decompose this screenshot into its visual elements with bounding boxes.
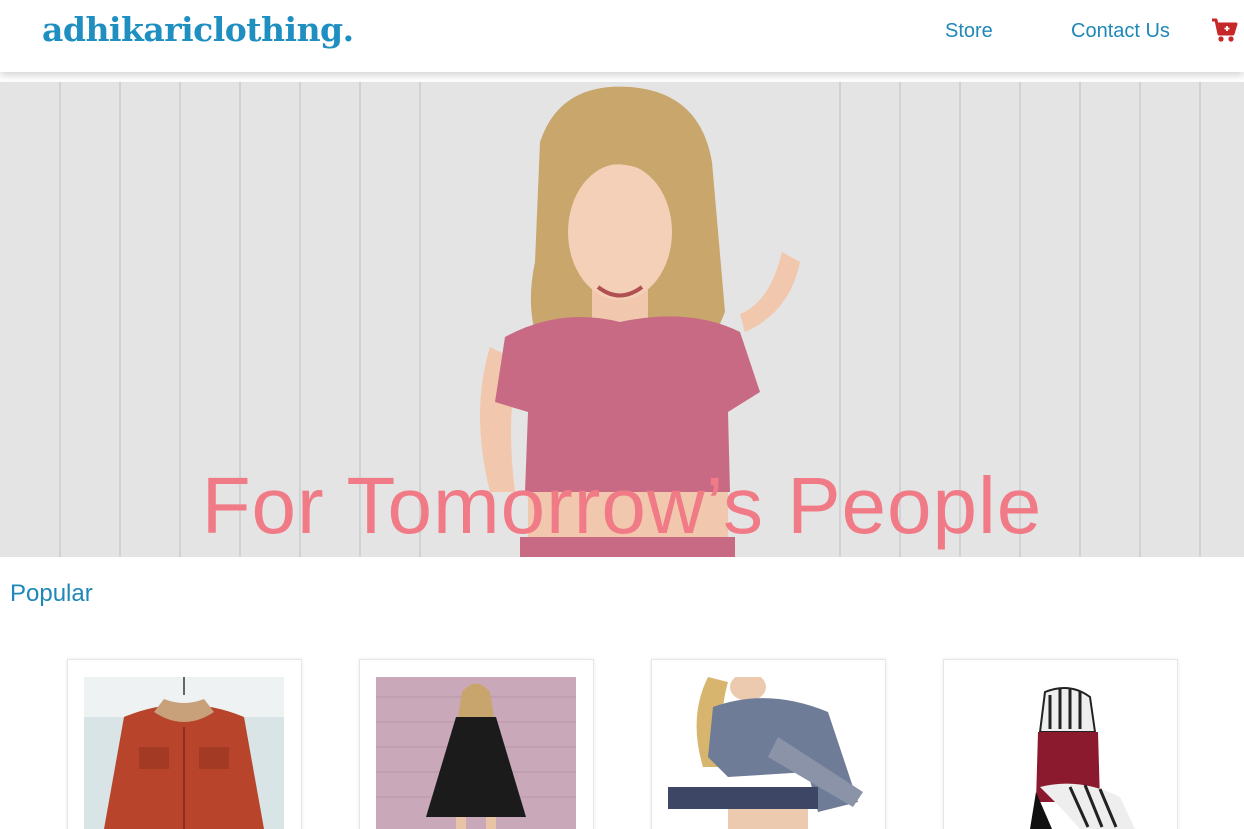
product-image-gray-top xyxy=(668,677,868,829)
nav-contact-link[interactable]: Contact Us xyxy=(1071,20,1170,43)
hero-banner: For Tomorrow’s People xyxy=(0,82,1244,557)
site-header: adhikariclothing. Store Contact Us xyxy=(0,0,1244,72)
product-card[interactable] xyxy=(943,659,1178,829)
hero-headline: For Tomorrow’s People xyxy=(201,461,1043,550)
product-image-red-jacket xyxy=(84,677,284,829)
nav-store-link[interactable]: Store xyxy=(945,20,993,43)
product-card[interactable] xyxy=(651,659,886,829)
popular-section-title: Popular xyxy=(10,580,93,607)
site-logo[interactable]: adhikariclothing. xyxy=(42,10,354,49)
product-card[interactable] xyxy=(67,659,302,829)
product-card[interactable] xyxy=(359,659,594,829)
product-image-striped-hoodie xyxy=(960,677,1160,829)
shopping-cart-icon[interactable] xyxy=(1211,18,1239,44)
product-image-black-dress xyxy=(376,677,576,829)
